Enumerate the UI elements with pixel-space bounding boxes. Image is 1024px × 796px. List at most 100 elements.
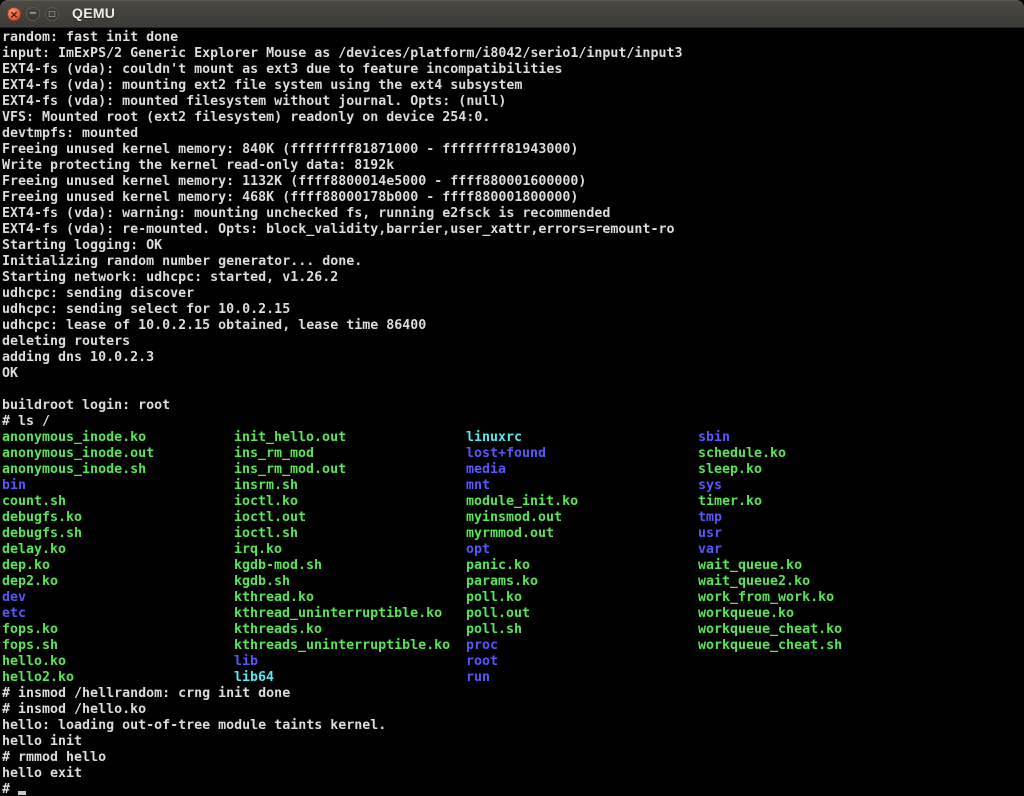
terminal-line: OK: [2, 366, 1024, 382]
terminal-text: EXT4-fs (vda): warning: mounting uncheck…: [2, 206, 610, 221]
file-entry: wait_queue.ko: [698, 558, 930, 574]
file-entry: hello2.ko: [2, 670, 234, 686]
file-entry: lib: [234, 654, 466, 670]
terminal-text: Starting network: udhcpc: started, v1.26…: [2, 270, 338, 285]
terminal-text: Freeing unused kernel memory: 1132K (fff…: [2, 174, 586, 189]
file-entry: ioctl.ko: [234, 494, 466, 510]
file-entry: ins_rm_mod: [234, 446, 466, 462]
terminal-text: # rmmod hello: [2, 750, 106, 765]
terminal-cursor: [18, 791, 26, 795]
maximize-icon: □: [48, 10, 56, 18]
terminal-text: devtmpfs: mounted: [2, 126, 138, 141]
file-entry: myrmmod.out: [466, 526, 698, 542]
file-entry: params.ko: [466, 574, 698, 590]
terminal-line: adding dns 10.0.2.3: [2, 350, 1024, 366]
file-entry: fops.sh: [2, 638, 234, 654]
file-entry: dep.ko: [2, 558, 234, 574]
terminal-line: devkthread.kopoll.kowork_from_work.ko: [2, 590, 1024, 606]
file-entry: sleep.ko: [698, 462, 930, 478]
terminal-line: debugfs.shioctl.shmyrmmod.outusr: [2, 526, 1024, 542]
terminal-text: input: ImExPS/2 Generic Explorer Mouse a…: [2, 46, 682, 61]
terminal-line: udhcpc: sending discover: [2, 286, 1024, 302]
file-entry: kgdb-mod.sh: [234, 558, 466, 574]
minimize-button[interactable]: −: [26, 7, 40, 21]
file-entry: kgdb.sh: [234, 574, 466, 590]
window-title: QEMU: [72, 0, 115, 28]
file-entry: timer.ko: [698, 494, 930, 510]
file-entry: lost+found: [466, 446, 698, 462]
file-entry: count.sh: [2, 494, 234, 510]
file-entry: workqueue_cheat.sh: [698, 638, 930, 654]
minimize-icon: −: [29, 9, 37, 19]
terminal-line: # rmmod hello: [2, 750, 1024, 766]
terminal-text: Freeing unused kernel memory: 840K (ffff…: [2, 142, 578, 157]
terminal-line: Starting logging: OK: [2, 238, 1024, 254]
terminal-text: adding dns 10.0.2.3: [2, 350, 154, 365]
file-entry: run: [466, 670, 698, 686]
terminal-text: # ls /: [2, 414, 50, 429]
terminal-text: hello: loading out-of-tree module taints…: [2, 718, 386, 733]
terminal-text: random: fast init done: [2, 30, 178, 45]
file-entry: delay.ko: [2, 542, 234, 558]
terminal-text: # insmod /hellrandom: crng init done: [2, 686, 290, 701]
terminal-line: VFS: Mounted root (ext2 filesystem) read…: [2, 110, 1024, 126]
terminal-line: Freeing unused kernel memory: 1132K (fff…: [2, 174, 1024, 190]
terminal-line: fops.shkthreads_uninterruptible.koprocwo…: [2, 638, 1024, 654]
terminal-line: hello.kolibroot: [2, 654, 1024, 670]
file-entry: etc: [2, 606, 234, 622]
file-entry: kthreads.ko: [234, 622, 466, 638]
file-entry: poll.sh: [466, 622, 698, 638]
terminal-line: deleting routers: [2, 334, 1024, 350]
terminal-text: Freeing unused kernel memory: 468K (ffff…: [2, 190, 578, 205]
close-button[interactable]: ×: [7, 7, 21, 21]
terminal-line: # ls /: [2, 414, 1024, 430]
terminal-text: #: [2, 782, 18, 796]
terminal-line: udhcpc: sending select for 10.0.2.15: [2, 302, 1024, 318]
terminal-text: udhcpc: sending discover: [2, 286, 194, 301]
terminal-text: hello init: [2, 734, 82, 749]
close-icon: ×: [9, 9, 18, 20]
terminal-line: Freeing unused kernel memory: 468K (ffff…: [2, 190, 1024, 206]
terminal-line: random: fast init done: [2, 30, 1024, 46]
file-entry: hello.ko: [2, 654, 234, 670]
terminal-line: fops.kokthreads.kopoll.shworkqueue_cheat…: [2, 622, 1024, 638]
terminal-line: #: [2, 782, 1024, 796]
file-entry: sbin: [698, 430, 930, 446]
file-entry: linuxrc: [466, 430, 698, 446]
terminal-screen[interactable]: random: fast init doneinput: ImExPS/2 Ge…: [0, 28, 1024, 796]
file-entry: anonymous_inode.sh: [2, 462, 234, 478]
file-entry: module_init.ko: [466, 494, 698, 510]
terminal-text: EXT4-fs (vda): mounting ext2 file system…: [2, 78, 522, 93]
maximize-button[interactable]: □: [45, 7, 59, 21]
file-entry: ioctl.sh: [234, 526, 466, 542]
terminal-line: devtmpfs: mounted: [2, 126, 1024, 142]
terminal-line: hello2.kolib64run: [2, 670, 1024, 686]
file-entry: opt: [466, 542, 698, 558]
terminal-line: EXT4-fs (vda): couldn't mount as ext3 du…: [2, 62, 1024, 78]
terminal-line: Freeing unused kernel memory: 840K (ffff…: [2, 142, 1024, 158]
terminal-line: # insmod /hellrandom: crng init done: [2, 686, 1024, 702]
file-entry: kthread_uninterruptible.ko: [234, 606, 466, 622]
terminal-line: hello: loading out-of-tree module taints…: [2, 718, 1024, 734]
terminal-text: EXT4-fs (vda): mounted filesystem withou…: [2, 94, 506, 109]
terminal-text: Write protecting the kernel read-only da…: [2, 158, 394, 173]
terminal-text: Initializing random number generator... …: [2, 254, 362, 269]
titlebar[interactable]: × − □ QEMU: [0, 0, 1024, 28]
terminal-line: dep.kokgdb-mod.shpanic.kowait_queue.ko: [2, 558, 1024, 574]
file-entry: schedule.ko: [698, 446, 930, 462]
terminal-text: VFS: Mounted root (ext2 filesystem) read…: [2, 110, 490, 125]
terminal-text: EXT4-fs (vda): re-mounted. Opts: block_v…: [2, 222, 674, 237]
terminal-line: # insmod /hello.ko: [2, 702, 1024, 718]
terminal-line: delay.koirq.kooptvar: [2, 542, 1024, 558]
file-entry: bin: [2, 478, 234, 494]
terminal-line: EXT4-fs (vda): mounted filesystem withou…: [2, 94, 1024, 110]
file-entry: ins_rm_mod.out: [234, 462, 466, 478]
terminal-text: EXT4-fs (vda): couldn't mount as ext3 du…: [2, 62, 562, 77]
terminal-line: count.shioctl.komodule_init.kotimer.ko: [2, 494, 1024, 510]
terminal-line: EXT4-fs (vda): warning: mounting uncheck…: [2, 206, 1024, 222]
terminal-line: input: ImExPS/2 Generic Explorer Mouse a…: [2, 46, 1024, 62]
terminal-line: anonymous_inode.shins_rm_mod.outmediasle…: [2, 462, 1024, 478]
terminal-line: Starting network: udhcpc: started, v1.26…: [2, 270, 1024, 286]
terminal-text: OK: [2, 366, 18, 381]
terminal-line: Write protecting the kernel read-only da…: [2, 158, 1024, 174]
